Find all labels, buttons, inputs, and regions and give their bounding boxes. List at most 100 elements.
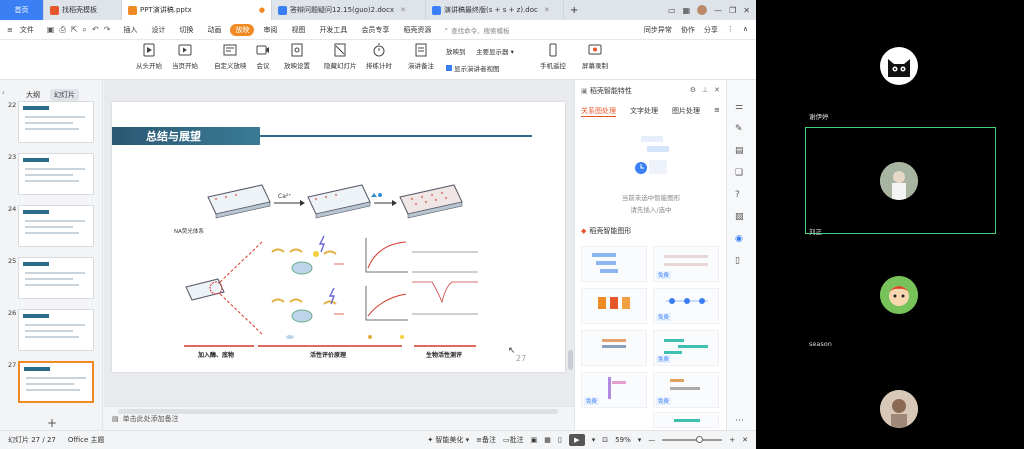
template-card[interactable] (653, 412, 719, 428)
template-card[interactable]: 免费 (653, 372, 719, 408)
menu-tab-4[interactable]: 放映 (230, 23, 255, 36)
undo-icon[interactable]: ↶ (92, 25, 99, 35)
tab-image-processing[interactable]: 图片处理 (672, 106, 700, 117)
speaker-notes-button[interactable]: 演讲备注 (408, 43, 434, 70)
horizontal-scrollbar[interactable] (118, 409, 558, 414)
minimize-icon[interactable]: — (714, 6, 722, 15)
rehearse-timing-button[interactable]: 排练计时 (366, 43, 392, 70)
menu-tab-0[interactable]: 插入 (116, 25, 144, 35)
menu-tab-5[interactable]: 审阅 (256, 25, 284, 35)
template-card[interactable] (581, 246, 647, 282)
user-avatar[interactable] (697, 5, 708, 15)
theme-name[interactable]: Office 主题 (68, 435, 105, 445)
sliders-icon[interactable]: ⚌ (735, 102, 743, 112)
slide-editing-area[interactable]: 总结与展望 Ca²⁺ NA荧光体系 加入酶、底物 活性评价原理 生物活性测评 2… (104, 80, 574, 406)
screen-record-button[interactable]: 屏幕录制 (582, 43, 608, 70)
current-slide[interactable]: 总结与展望 Ca²⁺ NA荧光体系 加入酶、底物 活性评价原理 生物活性测评 2… (112, 102, 565, 372)
fullscreen-icon[interactable]: ✕ (742, 436, 748, 444)
slide-thumbnail-preview[interactable] (18, 101, 94, 143)
close-icon[interactable]: ✕ (400, 6, 406, 14)
comments-button[interactable]: ▭批注 (503, 435, 524, 445)
export-icon[interactable]: ⇱ (71, 25, 78, 35)
presenter-view-checkbox[interactable]: 显示演讲者视图 (446, 63, 500, 73)
tab-text-processing[interactable]: 文字处理 (630, 106, 658, 117)
template-card[interactable]: 免费 (653, 330, 719, 366)
restore-icon[interactable]: ❐ (729, 6, 736, 15)
show-settings-button[interactable]: 放映设置 (284, 43, 310, 70)
zoom-slider[interactable] (662, 436, 723, 443)
zoom-slider-handle[interactable] (696, 436, 704, 443)
slide-thumbnail-preview[interactable] (18, 309, 94, 351)
notes-button[interactable]: ≡备注 (476, 435, 496, 445)
zoom-out-button[interactable]: — (648, 436, 655, 444)
slide-thumbnail[interactable]: 27 (6, 361, 98, 405)
phone-remote-button[interactable]: 手机遥控 (540, 43, 566, 70)
menu-tab-8[interactable]: 会员专享 (354, 25, 396, 35)
close-icon[interactable]: ✕ (714, 86, 720, 94)
gear-icon[interactable]: ⚙ (690, 86, 696, 94)
menu-tab-6[interactable]: 视图 (284, 25, 312, 35)
hide-slide-button[interactable]: 隐藏幻灯片 (324, 43, 357, 70)
normal-view-icon[interactable]: ▣ (531, 436, 538, 444)
slide-thumbnail[interactable]: 26 (6, 309, 98, 353)
format-icon[interactable]: ▤ (735, 146, 744, 156)
book-icon[interactable]: ▯ (735, 256, 740, 266)
template-card[interactable]: 免费 (653, 246, 719, 282)
tab-template[interactable]: 找稻壳模板 (44, 0, 122, 20)
layout-icon[interactable]: ▭ (668, 6, 676, 15)
collapse-ribbon-icon[interactable]: ∧ (743, 25, 748, 35)
fit-window-icon[interactable]: ⊡ (602, 436, 608, 444)
tab-doc-1[interactable]: 答辩问题疑问12.15(guo)2.docx ✕ (272, 0, 426, 20)
slide-thumbnail[interactable]: 24 (6, 205, 98, 249)
tab-relation-diagram[interactable]: 关系图处理 (581, 106, 616, 117)
sync-status[interactable]: 同步异常 (644, 25, 672, 35)
new-tab-button[interactable]: + (564, 0, 584, 20)
play-to-option[interactable]: 放映到 (446, 46, 466, 56)
chevron-down-icon[interactable]: ▾ (592, 436, 596, 444)
slide-thumbnail-preview[interactable] (18, 361, 94, 403)
location-icon[interactable]: ◉ (735, 234, 743, 244)
collapse-pane-icon[interactable]: ‹ (2, 89, 5, 97)
close-window-icon[interactable]: ✕ (743, 6, 750, 15)
menu-tab-7[interactable]: 开发工具 (312, 25, 354, 35)
chevron-down-icon[interactable]: ▾ (638, 436, 642, 444)
menu-tab-3[interactable]: 动画 (200, 25, 228, 35)
zoom-level[interactable]: 59% (615, 436, 631, 444)
command-search[interactable]: ⌕ 查找命令、搜索模板 (444, 25, 509, 35)
from-current-button[interactable]: 当页开始 (172, 43, 198, 70)
image-icon[interactable]: ▧ (735, 212, 744, 222)
help-icon[interactable]: ? (735, 190, 740, 200)
play-slideshow-button[interactable]: ▶ (568, 434, 585, 446)
vertical-scrollbar[interactable] (568, 350, 573, 370)
meeting-button[interactable]: 会议 (256, 43, 270, 70)
hamburger-icon[interactable]: ≡ (0, 26, 20, 34)
slide-thumbnail[interactable]: 23 (6, 153, 98, 197)
tab-home[interactable]: 首页 (0, 0, 44, 20)
tab-slides[interactable]: 幻灯片 (50, 89, 79, 101)
participant-avatar-cat[interactable] (880, 47, 918, 85)
participant-avatar-cartoon[interactable] (880, 276, 918, 314)
zoom-in-button[interactable]: + (729, 436, 735, 444)
slide-thumbnail[interactable]: 25 (6, 257, 98, 301)
menu-icon[interactable]: ≡ (714, 106, 720, 117)
tab-outline[interactable]: 大纲 (22, 89, 44, 101)
menu-tab-9[interactable]: 稻壳资源 (396, 25, 438, 35)
save-icon[interactable]: ▣ (47, 25, 55, 35)
share-button[interactable]: 分享 (704, 25, 718, 35)
print-icon[interactable]: ⎙ (59, 25, 65, 35)
pin-icon[interactable]: ⊥ (702, 86, 708, 94)
slide-thumbnail[interactable]: 22 (6, 101, 98, 145)
close-icon[interactable]: ✕ (544, 6, 550, 14)
from-beginning-button[interactable]: 从头开始 (136, 43, 162, 70)
template-card[interactable] (581, 288, 647, 324)
more-icon[interactable]: ⋮ (727, 25, 734, 35)
menu-file[interactable]: 文件 (20, 25, 41, 35)
preview-icon[interactable]: ⌕ (83, 25, 87, 35)
slide-thumbnail-preview[interactable] (18, 257, 94, 299)
redo-icon[interactable]: ↷ (104, 25, 111, 35)
participant-avatar-photo-2[interactable] (880, 390, 918, 428)
menu-tab-1[interactable]: 设计 (144, 25, 172, 35)
slide-thumbnail-preview[interactable] (18, 205, 94, 247)
collaborate-button[interactable]: 协作 (681, 25, 695, 35)
tab-doc-2[interactable]: 演讲稿最终版(s + s + z).doc ✕ (426, 0, 564, 20)
